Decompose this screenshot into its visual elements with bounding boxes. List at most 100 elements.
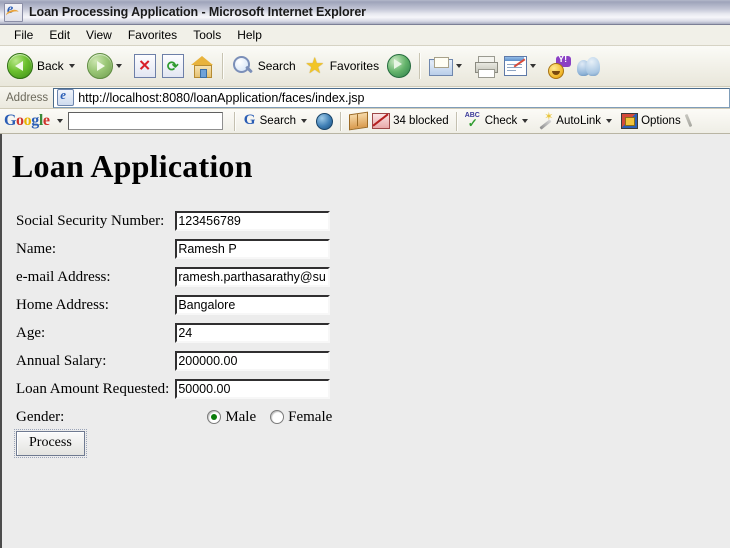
page-viewport: Loan Application Social Security Number:… (0, 134, 730, 548)
search-button-label: Search (257, 59, 296, 73)
form-row-home-address: Home Address: (16, 291, 346, 319)
spellcheck-button[interactable]: Check (463, 111, 536, 132)
autolink-dropdown-icon[interactable] (606, 119, 613, 123)
address-label: Address (6, 91, 49, 104)
gender-radio-group: Male Female (175, 403, 346, 431)
forward-arrow-icon (86, 53, 113, 79)
forward-button[interactable] (84, 49, 131, 83)
loan-amount-input[interactable] (175, 379, 331, 399)
google-search-input[interactable] (67, 112, 223, 130)
process-button[interactable]: Process (14, 429, 87, 458)
favorites-button[interactable]: ★ Favorites (301, 49, 384, 83)
google-separator-2 (340, 111, 343, 131)
back-dropdown-icon[interactable] (68, 64, 75, 68)
print-icon (474, 55, 499, 78)
options-icon (621, 113, 639, 129)
name-input[interactable] (175, 239, 331, 259)
label-gender: Gender: (16, 408, 65, 425)
radio-female-icon[interactable] (270, 410, 285, 424)
yahoo-messenger-icon (548, 54, 572, 79)
ssn-input[interactable] (175, 211, 331, 231)
edit-page-button[interactable] (501, 49, 545, 83)
form-row-ssn: Social Security Number: (16, 207, 346, 235)
mail-icon (429, 56, 454, 76)
label-ssn: Social Security Number: (16, 212, 165, 229)
autolink-wand-icon (537, 110, 553, 129)
refresh-icon: ⟳ (161, 54, 184, 78)
label-name: Name: (16, 240, 56, 257)
ie-page-icon (4, 2, 23, 22)
toolbar-separator-2 (419, 53, 422, 79)
google-g-icon: G (243, 112, 256, 128)
spellcheck-dropdown-icon[interactable] (522, 119, 529, 123)
radio-male-icon[interactable] (207, 410, 222, 424)
search-button[interactable]: Search (229, 49, 301, 83)
address-url-text: http://localhost:8080/loanApplication/fa… (78, 90, 365, 105)
radio-female-label: Female (288, 408, 333, 425)
label-loan-amount: Loan Amount Requested: (16, 380, 170, 397)
autolink-label: AutoLink (556, 115, 602, 127)
google-logo-dropdown-icon[interactable] (56, 119, 63, 123)
form-row-name: Name: (16, 235, 346, 263)
menu-item-tools[interactable]: Tools (185, 27, 229, 44)
favorites-star-icon: ★ (304, 53, 325, 78)
msn-messenger-button[interactable] (574, 49, 603, 83)
form-row-loan-amount: Loan Amount Requested: (16, 375, 346, 403)
stop-button[interactable]: ✕ (131, 49, 159, 83)
google-options-button[interactable]: Options (619, 111, 683, 132)
refresh-button[interactable]: ⟳ (159, 49, 187, 83)
mail-button[interactable] (426, 49, 471, 83)
form-row-email: e-mail Address: (16, 263, 346, 291)
menu-item-file[interactable]: File (6, 27, 41, 44)
media-icon (387, 54, 412, 78)
google-web-button[interactable] (314, 111, 335, 132)
msn-messenger-icon (577, 56, 601, 77)
options-label: Options (641, 115, 681, 127)
edit-page-icon (504, 56, 528, 76)
menu-bar: File Edit View Favorites Tools Help (0, 25, 730, 46)
google-logo: Google (4, 112, 50, 129)
google-separator-1 (233, 111, 236, 131)
google-search-button[interactable]: G Search (241, 111, 314, 132)
edit-dropdown-icon[interactable] (530, 64, 537, 68)
highlighter-icon (685, 113, 700, 129)
google-bookmarks-button[interactable] (347, 111, 370, 132)
google-highlighter-button[interactable] (683, 111, 702, 132)
autolink-button[interactable]: AutoLink (535, 110, 619, 132)
google-search-dropdown-icon[interactable] (301, 119, 308, 123)
browser-toolbar: Back ✕ ⟳ Search ★ Favorites (0, 46, 730, 87)
print-button[interactable] (471, 49, 501, 83)
menu-item-favorites[interactable]: Favorites (120, 27, 185, 44)
menu-item-help[interactable]: Help (229, 27, 270, 44)
label-email: e-mail Address: (16, 268, 111, 285)
globe-icon (316, 112, 334, 130)
favorites-button-label: Favorites (329, 59, 380, 73)
form-row-age: Age: (16, 319, 346, 347)
media-button[interactable] (384, 49, 414, 83)
yahoo-messenger-button[interactable] (545, 49, 574, 83)
menu-item-view[interactable]: View (78, 27, 120, 44)
google-separator-3 (455, 111, 458, 131)
mail-dropdown-icon[interactable] (456, 64, 463, 68)
spellcheck-label: Check (484, 115, 518, 127)
forward-dropdown-icon[interactable] (115, 64, 122, 68)
page-icon (57, 87, 75, 106)
back-arrow-icon (7, 53, 33, 79)
gender-option-male[interactable]: Male (207, 409, 256, 426)
page-title: Loan Application (12, 148, 253, 184)
popup-blocker-button[interactable]: 34 blocked (370, 111, 451, 132)
address-input[interactable]: http://localhost:8080/loanApplication/fa… (53, 87, 730, 108)
browser-window: Loan Processing Application - Microsoft … (0, 0, 730, 548)
home-address-input[interactable] (175, 295, 331, 315)
age-input[interactable] (175, 323, 331, 343)
label-annual-salary: Annual Salary: (16, 352, 107, 369)
radio-male-label: Male (225, 408, 257, 425)
menu-item-edit[interactable]: Edit (41, 27, 78, 44)
home-button[interactable] (187, 49, 217, 83)
annual-salary-input[interactable] (175, 351, 331, 371)
form-row-submit: Process (14, 429, 346, 458)
gender-option-female[interactable]: Female (270, 409, 332, 426)
back-button[interactable]: Back (4, 49, 84, 83)
email-input[interactable] (175, 267, 331, 287)
google-toolbar: Google G Search 34 blocked Check AutoLin… (0, 109, 730, 134)
